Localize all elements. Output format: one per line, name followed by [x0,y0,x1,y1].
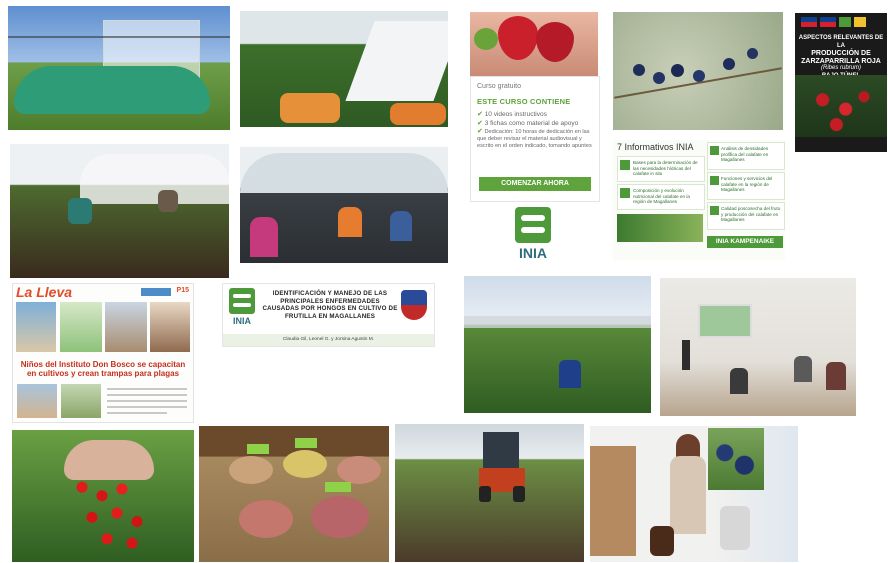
check-icon: ✔ [477,120,483,127]
course-free-label: Curso gratuito [477,83,521,90]
inia-emblem-icon [229,288,255,314]
check-icon: ✔ [477,111,483,118]
informativo-card: Bases para la determinación de las neces… [617,156,705,182]
banner-title: IDENTIFICACIÓN Y MANEJO DE LAS PRINCIPAL… [262,290,398,320]
start-course-button[interactable]: COMENZAR AHORA [479,177,591,191]
strawberries-in-hand-photo [470,12,598,76]
informativo-card: Calidad poscosecha del fruto y producció… [707,202,785,230]
inia-emblem-icon [515,207,551,243]
red-currants-in-hands-photo [12,430,194,562]
newspaper-headline: Niños del Instituto Don Bosco se capacit… [20,360,186,378]
strawberry-diseases-banner: INIA IDENTIFICACIÓN Y MANEJO DE LAS PRIN… [222,283,435,347]
newspaper-clipping: La Lleva P15 Niños del Instituto Don Bos… [12,283,194,423]
informativo-card: Análisis de densidades prolífica del cal… [707,142,785,170]
course-item: ✔ 3 fichas como material de apoyo [477,120,579,127]
inia-logo-text: INIA [519,245,547,261]
informativo-card: Composición y evolución nutricional del … [617,184,705,210]
calafate-berries-photo [613,12,783,130]
gov-flag-icon [820,17,836,27]
check-icon: ✔ [477,128,483,135]
magallanes-shield-icon [401,290,427,320]
gov-flag-icon [801,17,817,27]
researcher-with-products-photo [590,426,798,562]
workers-planting-greenhouse-photo [10,144,229,278]
potato-varieties-photo [199,426,389,562]
informativos-footer-brand: INIA KAMPENAIKE [707,236,783,248]
greenhouse-water-tank-photo [8,6,230,130]
greenhouse-flowers-photo [240,11,448,127]
course-item: ✔ 10 videos instructivos [477,111,547,118]
course-item: ✔ Dedicación: 10 horas de dedicación en … [477,128,592,149]
inia-mini-logo-icon [839,17,851,27]
book-title: ASPECTOS RELEVANTES DE LA PRODUCCIÓN DE … [798,35,884,79]
banner-authors: Claudia Gil, Leonel G. y Jorsina Agustin… [282,337,375,342]
presentation-room-photo [660,278,856,416]
informativo-card: Funciones y servicios del calafate en la… [707,172,785,200]
tractor-in-field-photo [395,424,584,562]
course-contains-heading: ESTE CURSO CONTIENE [477,97,571,106]
fia-mini-logo-icon [854,17,866,27]
informativos-collage: 7 Informativos INIA Bases para la determ… [613,140,785,260]
free-course-card: Curso gratuito ESTE CURSO CONTIENE ✔ 10 … [470,76,600,202]
informativos-heading: 7 Informativos INIA [617,142,694,152]
newspaper-page: P15 [176,287,189,294]
potato-field-photo [464,276,651,413]
newspaper-brand: La Lleva [16,284,73,300]
inia-logo: INIA [509,207,557,265]
workshop-audience-greenhouse-photo [240,147,448,263]
inia-logo: INIA [227,288,257,332]
book-cover: ASPECTOS RELEVANTES DE LA PRODUCCIÓN DE … [795,13,887,152]
